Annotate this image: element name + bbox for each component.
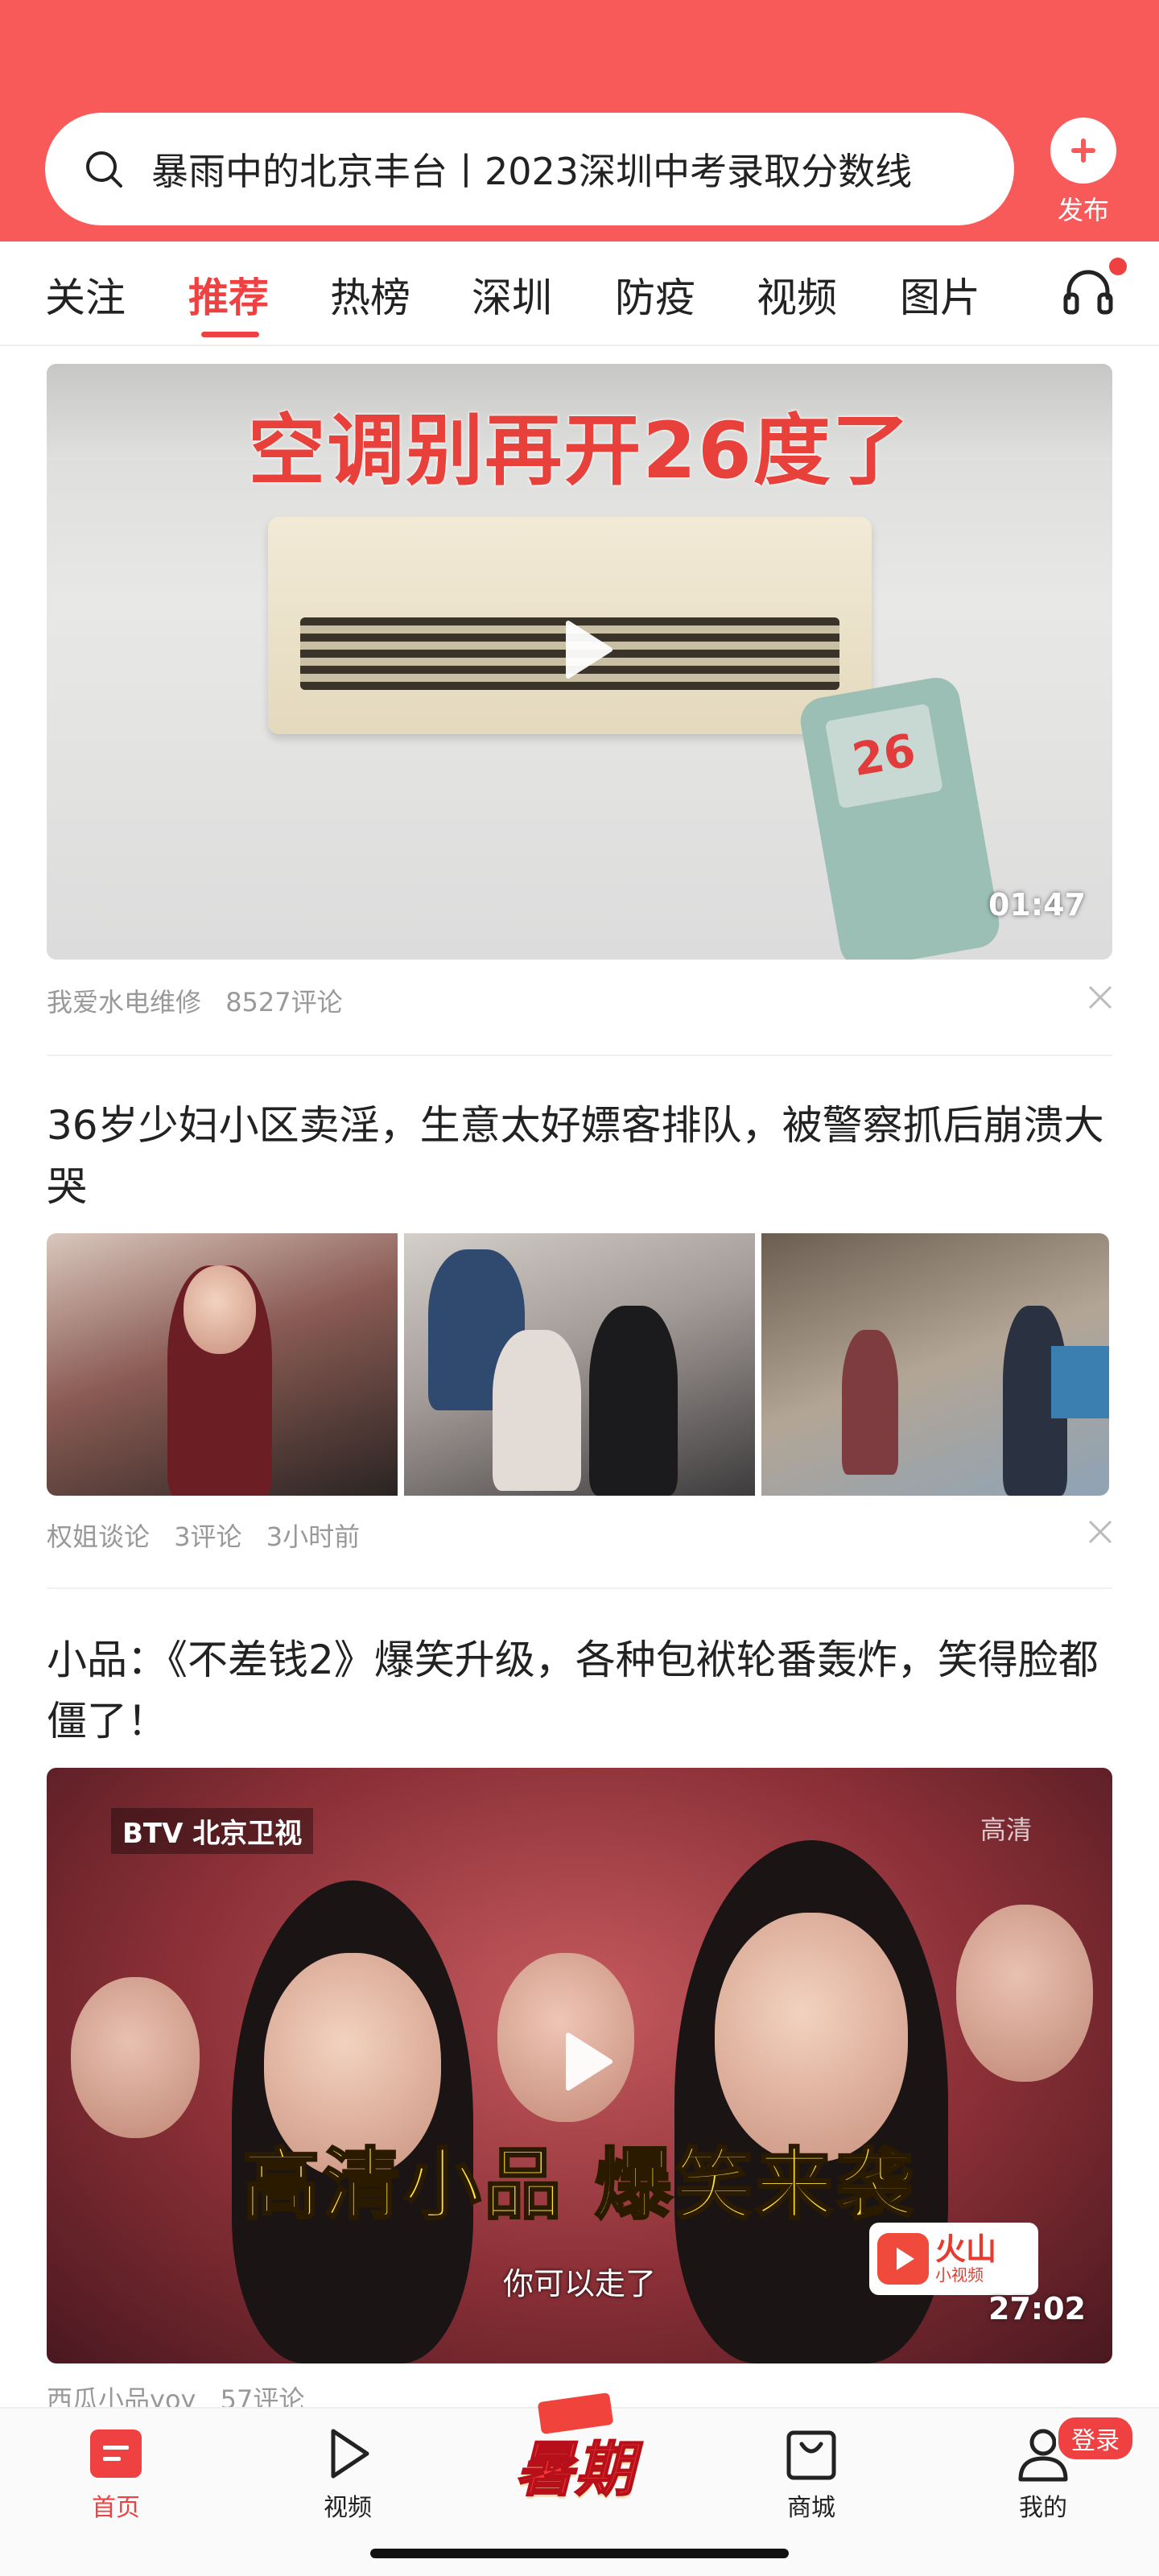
article-image-3[interactable] — [761, 1233, 1109, 1496]
nav-mine-label: 我的 — [1019, 2494, 1067, 2522]
tab-hot[interactable]: 热榜 — [330, 266, 410, 324]
tab-pictures[interactable]: 图片 — [900, 266, 980, 324]
publish-label: 发布 — [1057, 195, 1109, 225]
tab-epidemic[interactable]: 防疫 — [615, 266, 695, 324]
top-header: 暴雨中的北京丰台丨2023深圳中考录取分数线 发布 — [0, 0, 1159, 242]
tab-follow[interactable]: 关注 — [45, 266, 126, 324]
remote-control-image: 26 — [796, 674, 1004, 960]
nav-video[interactable]: 视频 — [291, 2425, 404, 2523]
summer-promo-button[interactable]: 暑期 — [507, 2392, 652, 2518]
comment-count: 3评论 — [174, 1521, 242, 1552]
video-duration: 27:02 — [988, 2291, 1086, 2326]
remote-display: 26 — [824, 703, 943, 809]
tab-video[interactable]: 视频 — [757, 266, 837, 324]
dislike-close-icon[interactable] — [1087, 1518, 1114, 1546]
publish-time: 3小时前 — [266, 1521, 361, 1552]
nav-home[interactable]: 首页 — [60, 2425, 172, 2523]
play-icon[interactable] — [539, 605, 628, 694]
divider — [47, 1587, 1112, 1589]
huoshan-logo-main: 火山 — [935, 2231, 997, 2267]
card-meta-1: 我爱水电维修 8527评论 — [47, 982, 359, 1019]
source-name[interactable]: 我爱水电维修 — [47, 987, 201, 1018]
video-title[interactable]: 小品：《不差钱2》爆笑升级，各种包袱轮番轰炸，笑得脸都僵了！ — [47, 1629, 1112, 1752]
hd-watermark: 高清 — [980, 1814, 1033, 1845]
publish-button[interactable]: 发布 — [1043, 118, 1124, 230]
home-indicator[interactable] — [370, 2549, 789, 2558]
channel-tabs: 关注 推荐 热榜 深圳 防疫 视频 图片 — [0, 242, 1159, 346]
huoshan-logo-sub: 小视频 — [935, 2265, 984, 2285]
source-name[interactable]: 权姐谈论 — [47, 1521, 150, 1552]
promo-label: 暑期 — [514, 2434, 635, 2505]
video-thumbnail-3[interactable]: BTV 北京卫视 高清 高清小品 爆笑来袭 你可以走了 火山 小视频 27:02 — [47, 1768, 1112, 2363]
nav-home-label: 首页 — [92, 2494, 140, 2522]
divider — [47, 1055, 1112, 1056]
video-duration: 01:47 — [988, 887, 1086, 923]
headphones-icon[interactable] — [1059, 262, 1117, 320]
plus-icon — [1050, 118, 1116, 184]
notification-dot — [1109, 258, 1127, 275]
login-badge[interactable]: 登录 — [1056, 2415, 1135, 2462]
shopping-bag-icon — [786, 2430, 836, 2480]
card-meta-2: 权姐谈论 3评论 3小时前 — [47, 1517, 376, 1554]
nav-mall-label: 商城 — [787, 2494, 835, 2522]
tab-recommend[interactable]: 推荐 — [188, 266, 269, 324]
tab-shenzhen[interactable]: 深圳 — [472, 266, 552, 324]
video-overlay-text: 空调别再开26度了 — [248, 406, 911, 496]
article-image-2[interactable] — [404, 1233, 755, 1496]
search-bar[interactable]: 暴雨中的北京丰台丨2023深圳中考录取分数线 — [45, 113, 1014, 225]
dislike-close-icon[interactable] — [1087, 984, 1114, 1011]
nav-mall[interactable]: 商城 — [755, 2425, 868, 2523]
article-title[interactable]: 36岁少妇小区卖淫，生意太好嫖客排队，被警察抓后崩溃大哭 — [47, 1095, 1112, 1217]
channel-logo: BTV 北京卫视 — [111, 1808, 314, 1854]
home-icon — [90, 2429, 142, 2478]
video-caption: 高清小品 爆笑来袭 — [241, 2139, 917, 2231]
video-play-icon — [331, 2429, 369, 2479]
search-hint: 暴雨中的北京丰台丨2023深圳中考录取分数线 — [151, 150, 913, 193]
play-icon[interactable] — [539, 2017, 628, 2106]
comment-count: 8527评论 — [225, 987, 343, 1018]
huoshan-play-icon — [877, 2233, 929, 2285]
nav-video-label: 视频 — [324, 2494, 372, 2522]
search-icon — [86, 151, 122, 188]
article-image-1[interactable] — [47, 1233, 398, 1496]
huoshan-logo: 火山 小视频 — [869, 2223, 1038, 2295]
video-thumbnail-1[interactable]: 26 空调别再开26度了 01:47 — [47, 364, 1112, 960]
active-tab-indicator — [201, 332, 259, 337]
